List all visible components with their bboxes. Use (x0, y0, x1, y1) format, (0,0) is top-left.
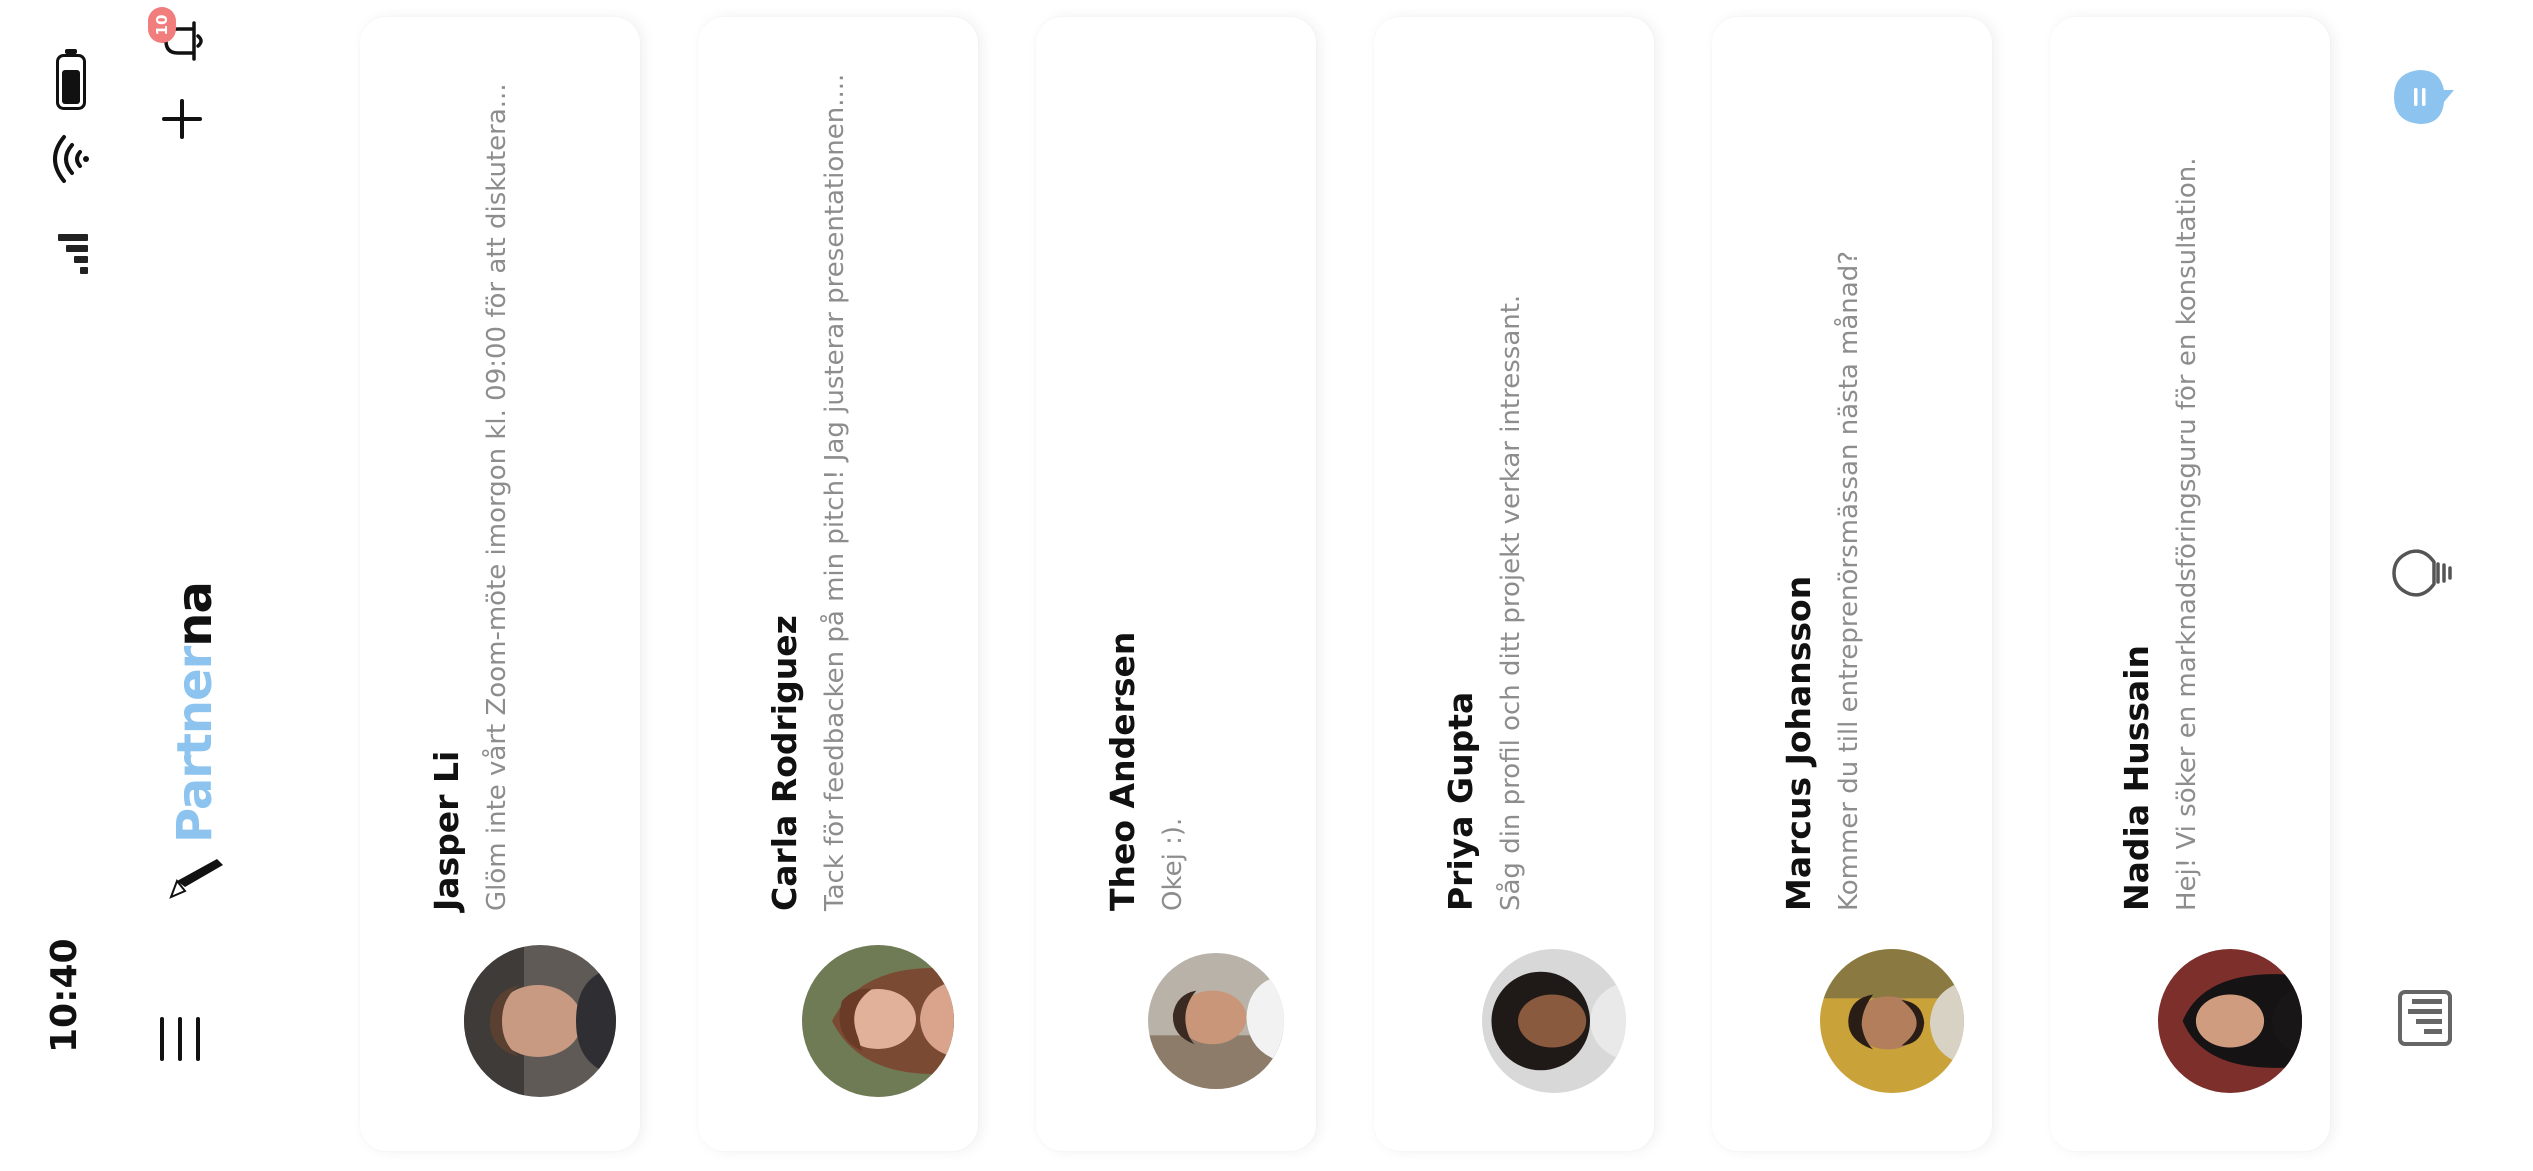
conversation-text: Nadia Hussain Hej! Vi söker en marknadsf… (2116, 51, 2208, 911)
contact-name: Nadia Hussain (2117, 644, 2156, 911)
message-preview: Såg din profil och ditt projekt verkar i… (1496, 294, 1526, 911)
avatar (802, 945, 954, 1097)
avatar (1482, 949, 1626, 1093)
conversation-card[interactable]: Jasper Li Glöm inte vårt Zoom-möte imorg… (360, 17, 640, 1151)
contact-name: Priya Gupta (1441, 691, 1480, 911)
conversation-text: Jasper Li Glöm inte vårt Zoom-möte imorg… (426, 51, 518, 911)
status-time: 10:40 (44, 938, 85, 1053)
contact-name: Carla Rodriguez (765, 615, 804, 911)
message-preview: Hej! Vi söker en marknadsföringsguru för… (2172, 157, 2202, 911)
message-preview: Okej :). (1158, 817, 1188, 911)
conversation-card[interactable]: Marcus Johansson Kommer du till entrepre… (1712, 17, 1992, 1151)
screen: 10:40 Partnerna 10 Jasper Li Glöm inte v… (0, 0, 2533, 1171)
notification-badge: 10 (148, 7, 176, 43)
conversation-text: Carla Rodriguez Tack för feedbacken på m… (764, 51, 856, 911)
battery-icon (56, 49, 86, 110)
avatar (464, 945, 616, 1097)
contact-name: Jasper Li (427, 750, 466, 911)
bar-chart-icon[interactable] (2390, 984, 2456, 1050)
app-viewport: 10:40 Partnerna 10 Jasper Li Glöm inte v… (0, 0, 2533, 1171)
conversation-card[interactable]: Carla Rodriguez Tack för feedbacken på m… (698, 17, 978, 1151)
message-preview: Tack för feedbacken på min pitch! Jag ju… (820, 73, 850, 911)
tie-logo-icon (169, 859, 223, 899)
avatar (1820, 949, 1964, 1093)
contact-name: Marcus Johansson (1779, 575, 1818, 911)
wifi-icon (53, 135, 89, 183)
menu-icon[interactable] (160, 1017, 200, 1061)
chat-bubble-icon[interactable] (2390, 64, 2456, 130)
app-header: Partnerna 10 (148, 0, 270, 1171)
conversation-text: Priya Gupta Såg din profil och ditt proj… (1440, 51, 1532, 911)
bottom-nav (2370, 0, 2510, 1171)
status-icons (50, 44, 90, 274)
conversation-card[interactable]: Nadia Hussain Hej! Vi söker en marknadsf… (2050, 17, 2330, 1151)
contact-name: Theo Andersen (1103, 631, 1142, 911)
conversation-text: Theo Andersen Okej :). (1102, 51, 1194, 911)
avatar (1148, 953, 1284, 1089)
message-preview: Glöm inte vårt Zoom-möte imorgon kl. 09:… (482, 83, 512, 911)
notifications-button[interactable]: 10 (148, 7, 212, 71)
conversation-text: Marcus Johansson Kommer du till entrepre… (1778, 51, 1870, 911)
lightbulb-icon[interactable] (2390, 540, 2456, 606)
message-preview: Kommer du till entreprenörsmässan nästa … (1834, 250, 1864, 911)
avatar (2158, 949, 2302, 1093)
logo-text-dark: na (167, 582, 223, 647)
status-bar: 10:40 (0, 0, 150, 1171)
plus-icon[interactable] (160, 97, 204, 141)
conversation-card[interactable]: Priya Gupta Såg din profil och ditt proj… (1374, 17, 1654, 1151)
logo-text-light: Partner (167, 646, 223, 843)
app-logo[interactable]: Partnerna (160, 582, 230, 901)
signal-icon (52, 222, 88, 274)
conversation-card[interactable]: Theo Andersen Okej :). (1036, 17, 1316, 1151)
